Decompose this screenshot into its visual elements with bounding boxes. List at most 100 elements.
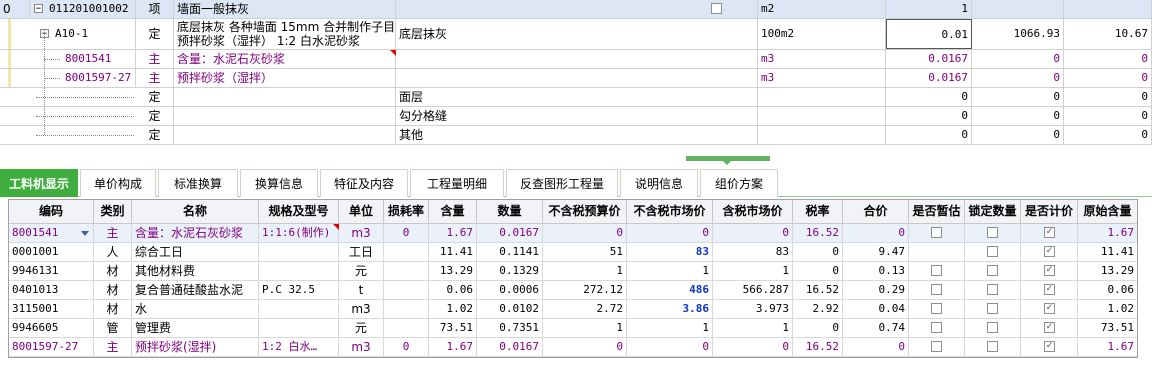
tab-description[interactable]: 说明信息 [620, 169, 698, 197]
tab-reverse-graphic-quantity[interactable]: 反查图形工程量 [506, 169, 618, 197]
lock-qty-checkbox[interactable] [987, 322, 998, 333]
estimate-checkbox[interactable] [931, 322, 942, 333]
tab-quantity-detail[interactable]: 工程量明细 [410, 169, 504, 197]
cell-market[interactable]: 486 [627, 281, 713, 299]
resource-row[interactable]: 0001001 人综合工日 工日 11.41 0.1141 51 83 83 0 9.47 ✓ 11.… [9, 243, 1137, 262]
cell-content[interactable]: 13.29 [429, 262, 477, 280]
col-header-taxmarket[interactable]: 含税市场价 [713, 200, 793, 223]
estimate-checkbox[interactable] [931, 303, 942, 314]
cell-code[interactable]: 8001597-27 [9, 338, 94, 356]
col-header-market[interactable]: 不含税市场价 [627, 200, 713, 223]
grid-row-quota-placeholder[interactable]: 定 其他 0 0 0 [0, 126, 1152, 145]
cell-content[interactable]: 73.51 [429, 319, 477, 337]
lock-qty-checkbox[interactable] [987, 341, 998, 352]
col-header-code[interactable]: 编码 [9, 200, 94, 223]
cell-content[interactable]: 1.67 [429, 224, 477, 242]
col-header-tax[interactable]: 税率 [793, 200, 843, 223]
col-header-estimate[interactable]: 是否暂估 [909, 200, 965, 223]
grid-row-quota[interactable]: − A10-1 定 底层抹灰 各种墙面 15mm 合并制作子目 预拌砂浆（湿拌）… [0, 19, 1152, 50]
quota-qty[interactable]: 0.01 [886, 19, 972, 49]
lock-qty-checkbox[interactable] [987, 303, 998, 314]
col-header-qty[interactable]: 数量 [477, 200, 543, 223]
priced-checkbox[interactable]: ✓ [1044, 322, 1055, 333]
cell-code[interactable]: 0401013 [9, 281, 94, 299]
cell-name[interactable]: 水 [132, 300, 259, 318]
cell-code[interactable]: 9946605 [9, 319, 94, 337]
cell-market[interactable]: 1 [627, 319, 713, 337]
cell-name[interactable]: 综合工日 [132, 243, 259, 261]
cell-spec [259, 262, 339, 280]
col-header-content[interactable]: 含量 [429, 200, 477, 223]
resource-row[interactable]: 8001597-27 主预拌砂浆(湿拌) 1:2 白水… m3 0 1.67 0.0167 0… [9, 338, 1137, 357]
lock-qty-checkbox[interactable] [987, 265, 998, 276]
grid-row-quota-placeholder[interactable]: 定 勾分格缝 0 0 0 [0, 107, 1152, 126]
estimate-checkbox[interactable] [931, 265, 942, 276]
cell-market[interactable]: 1 [627, 262, 713, 280]
cell-code[interactable]: 3115001 [9, 300, 94, 318]
resource-row[interactable]: 3115001 材水 m3 1.02 0.0102 2.72 3.86 3.973 2.92 0.… [9, 300, 1137, 319]
resource-row[interactable]: 0401013 材复合普通硅酸盐水泥 P.C 32.5 t 0.06 0.0006 272.… [9, 281, 1137, 300]
col-header-priced[interactable]: 是否计价 [1021, 200, 1078, 223]
item-checkbox[interactable] [711, 3, 722, 14]
col-header-budget[interactable]: 不含税预算价 [543, 200, 627, 223]
dropdown-arrow-icon[interactable] [81, 231, 89, 236]
cell-market[interactable]: 83 [627, 243, 713, 261]
collapse-icon[interactable]: − [34, 4, 43, 14]
cell-name[interactable]: 预拌砂浆(湿拌) [132, 338, 259, 356]
tab-conversion-info[interactable]: 换算信息 [240, 169, 318, 197]
col-header-name[interactable]: 名称 [132, 200, 259, 223]
cell-name[interactable]: 管理费 [132, 319, 259, 337]
lock-qty-checkbox[interactable] [987, 227, 998, 238]
grid-row-main-material[interactable]: 8001597-27 主 预拌砂浆（湿拌） m3 0.0167 0 0 [0, 69, 1152, 88]
resource-row[interactable]: 9946131 材其他材料费元 13.29 0.1329 1 1 1 0 0.13 ✓ 13.29 [9, 262, 1137, 281]
cell-qty[interactable]: 0.1141 [477, 243, 543, 261]
cell-code[interactable]: 9946131 [9, 262, 94, 280]
col-header-kind[interactable]: 类别 [94, 200, 132, 223]
lock-qty-checkbox[interactable] [987, 284, 998, 295]
item-qty[interactable]: 1 [886, 0, 972, 18]
col-header-unit[interactable]: 单位 [339, 200, 384, 223]
tab-standard-conversion[interactable]: 标准换算 [158, 169, 238, 197]
cell-qty[interactable]: 0.0102 [477, 300, 543, 318]
priced-checkbox[interactable]: ✓ [1044, 341, 1055, 352]
cell-content[interactable]: 11.41 [429, 243, 477, 261]
priced-checkbox[interactable]: ✓ [1044, 246, 1055, 257]
col-header-original[interactable]: 原始含量 [1078, 200, 1137, 223]
cell-name[interactable]: 其他材料费 [132, 262, 259, 280]
cell-content[interactable]: 1.02 [429, 300, 477, 318]
lock-qty-checkbox[interactable] [987, 246, 998, 257]
cell-content[interactable]: 0.06 [429, 281, 477, 299]
cell-qty[interactable]: 0.0006 [477, 281, 543, 299]
col-header-spec[interactable]: 规格及型号 [259, 200, 339, 223]
priced-checkbox[interactable]: ✓ [1044, 227, 1055, 238]
grid-row-quota-placeholder[interactable]: 定 面层 0 0 0 [0, 88, 1152, 107]
cell-market[interactable]: 0 [627, 338, 713, 356]
estimate-checkbox[interactable] [931, 284, 942, 295]
cell-qty[interactable]: 0.0167 [477, 338, 543, 356]
estimate-checkbox[interactable] [931, 341, 942, 352]
grid-row-item[interactable]: 0 − 011201001002 项 墙面一般抹灰 m2 1 [0, 0, 1152, 19]
priced-checkbox[interactable]: ✓ [1044, 284, 1055, 295]
cell-code[interactable]: 0001001 [9, 243, 94, 261]
priced-checkbox[interactable]: ✓ [1044, 265, 1055, 276]
tab-pricing-plan[interactable]: 组价方案 [700, 169, 778, 197]
cell-name[interactable]: 含量：水泥石灰砂浆 [132, 224, 259, 242]
estimate-checkbox[interactable] [931, 227, 942, 238]
cell-content[interactable]: 1.67 [429, 338, 477, 356]
cell-name[interactable]: 复合普通硅酸盐水泥 [132, 281, 259, 299]
grid-row-main-material[interactable]: 8001541 主 含量：水泥石灰砂浆 m3 0.0167 0 0 [0, 50, 1152, 69]
resource-row[interactable]: 8001541 主含量：水泥石灰砂浆 1:1:6(制作) m3 0 1.67 0.0167 0… [9, 224, 1137, 243]
cell-qty[interactable]: 0.7351 [477, 319, 543, 337]
tab-unit-price-composition[interactable]: 单价构成 [80, 169, 156, 197]
tab-labor-material-machine[interactable]: 工料机显示 [0, 169, 78, 197]
cell-qty[interactable]: 0.1329 [477, 262, 543, 280]
col-header-lock[interactable]: 锁定数量 [965, 200, 1021, 223]
col-header-loss[interactable]: 损耗率 [384, 200, 429, 223]
resource-row[interactable]: 9946605 管管理费元 73.51 0.7351 1 1 1 0 0.74 ✓ 73.51 [9, 319, 1137, 338]
cell-market[interactable]: 3.86 [627, 300, 713, 318]
cell-market[interactable]: 0 [627, 224, 713, 242]
col-header-total[interactable]: 合价 [843, 200, 909, 223]
cell-qty[interactable]: 0.0167 [477, 224, 543, 242]
tab-features-content[interactable]: 特征及内容 [320, 169, 408, 197]
priced-checkbox[interactable]: ✓ [1044, 303, 1055, 314]
